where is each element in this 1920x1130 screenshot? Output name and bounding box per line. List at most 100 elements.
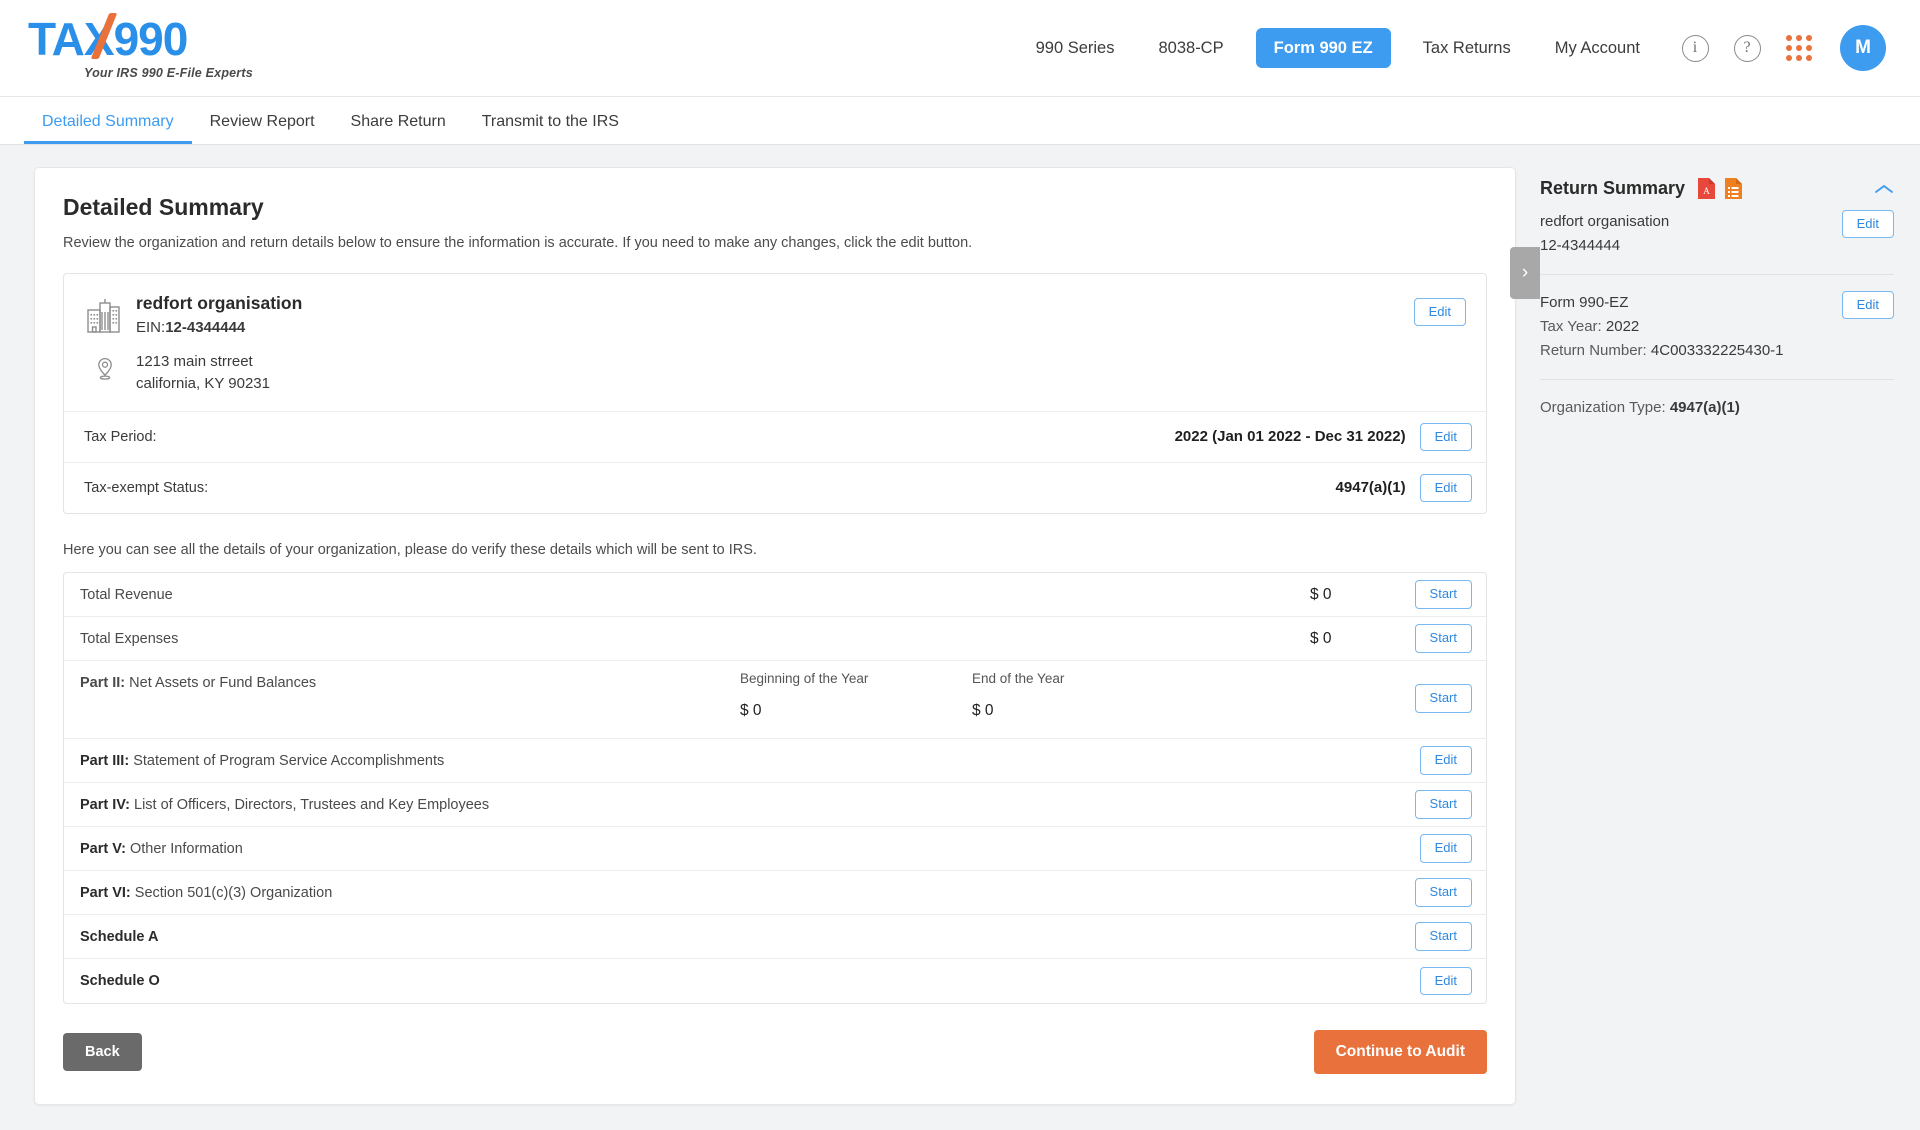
- tax-exempt-status-row: Tax-exempt Status: 4947(a)(1) Edit: [64, 461, 1486, 513]
- part-ii-end-column: End of the Year $ 0: [972, 671, 1204, 726]
- avatar[interactable]: M: [1840, 25, 1886, 71]
- part-iv-label: Part IV: List of Officers, Directors, Tr…: [80, 797, 489, 813]
- info-icon[interactable]: i: [1676, 29, 1714, 67]
- details-note: Here you can see all the details of your…: [63, 542, 757, 558]
- edit-part-v-button[interactable]: Edit: [1419, 834, 1472, 863]
- chevron-right-icon[interactable]: ›: [1510, 247, 1540, 299]
- return-summary-header: Return Summary A: [1540, 167, 1894, 200]
- organization-ein: EIN:12-4344444: [136, 319, 302, 336]
- part-v-prefix: Part V:: [80, 840, 126, 857]
- part-iv-text: List of Officers, Directors, Trustees an…: [134, 796, 490, 813]
- logo-text-part1: TA: [28, 13, 85, 65]
- organization-panel: redfort organisation EIN:12-4344444 Edit: [63, 273, 1487, 514]
- detailed-summary-card: Detailed Summary Review the organization…: [34, 167, 1516, 1105]
- sidebar-organization-block: redfort organisation 12-4344444 Edit: [1540, 210, 1894, 258]
- tax-exempt-status-value: 4947(a)(1): [1335, 479, 1406, 497]
- sidebar-return-number: Return Number: 4C003332225430-1: [1540, 339, 1784, 363]
- table-row-part-ii: Part II: Net Assets or Fund Balances Beg…: [64, 661, 1486, 739]
- end-of-year-value: $ 0: [972, 702, 994, 719]
- card-footer: Back Continue to Audit: [63, 1030, 1487, 1074]
- part-vi-prefix: Part VI:: [80, 884, 131, 901]
- part-v-label: Part V: Other Information: [80, 841, 243, 857]
- nav-item-form-990-ez[interactable]: Form 990 EZ: [1255, 28, 1391, 68]
- part-iii-prefix: Part III:: [80, 752, 130, 769]
- start-part-vi-button[interactable]: Start: [1414, 878, 1472, 907]
- sidebar-edit-form-button[interactable]: Edit: [1841, 291, 1894, 320]
- table-row: Part III: Statement of Program Service A…: [64, 739, 1486, 783]
- sidebar-tax-year-value: 2022: [1605, 318, 1640, 335]
- sidebar-form-name: Form 990-EZ: [1540, 294, 1629, 311]
- schedule-a-text: Schedule A: [80, 928, 159, 945]
- sidebar-tax-year: Tax Year: 2022: [1540, 315, 1784, 339]
- svg-text:A: A: [1703, 186, 1710, 196]
- tab-review-report[interactable]: Review Report: [192, 113, 333, 144]
- tab-detailed-summary[interactable]: Detailed Summary: [24, 113, 192, 144]
- nav-item-my-account[interactable]: My Account: [1533, 29, 1662, 67]
- sidebar-divider-2: [1540, 379, 1894, 380]
- help-icon[interactable]: ?: [1728, 29, 1766, 67]
- return-summary-sidebar: › Return Summary A redfort organisation …: [1510, 167, 1920, 1130]
- tax-exempt-status-label: Tax-exempt Status:: [84, 479, 209, 496]
- edit-part-iii-button[interactable]: Edit: [1419, 746, 1472, 775]
- sidebar-form-block: Form 990-EZ Tax Year: 2022 Return Number…: [1540, 291, 1894, 363]
- ein-value: 12-4344444: [165, 318, 246, 336]
- nav-item-tax-returns[interactable]: Tax Returns: [1401, 29, 1533, 67]
- tax-period-row: Tax Period: 2022 (Jan 01 2022 - Dec 31 2…: [64, 410, 1486, 462]
- tab-share-return[interactable]: Share Return: [333, 113, 464, 144]
- pdf-file-icon[interactable]: A: [1697, 177, 1716, 200]
- page-title: Detailed Summary: [63, 194, 264, 220]
- continue-to-audit-button[interactable]: Continue to Audit: [1313, 1030, 1487, 1074]
- part-ii-prefix: Part II:: [80, 675, 126, 691]
- schedule-o-text: Schedule O: [80, 973, 160, 989]
- sidebar-org-type-label: Organization Type:: [1540, 399, 1666, 416]
- tab-transmit-to-the-irs[interactable]: Transmit to the IRS: [464, 113, 637, 144]
- edit-tax-exempt-status-button[interactable]: Edit: [1419, 473, 1472, 502]
- end-of-year-header: End of the Year: [972, 671, 1065, 686]
- building-icon: [84, 292, 126, 341]
- total-expenses-amount: $ 0: [1310, 629, 1332, 647]
- edit-schedule-o-button[interactable]: Edit: [1419, 966, 1472, 996]
- part-ii-columns: Beginning of the Year $ 0 End of the Yea…: [740, 671, 1400, 726]
- sidebar-org-type-text: Organization Type: 4947(a)(1): [1540, 396, 1740, 420]
- nav-item-990-series[interactable]: 990 Series: [1014, 29, 1137, 67]
- back-button[interactable]: Back: [63, 1033, 142, 1071]
- start-total-revenue-button[interactable]: Start: [1414, 580, 1472, 609]
- start-part-ii-button[interactable]: Start: [1414, 684, 1472, 713]
- sidebar-organization-name: redfort organisation: [1540, 213, 1670, 230]
- part-ii-label: Part II: Net Assets or Fund Balances: [80, 671, 740, 726]
- edit-tax-period-button[interactable]: Edit: [1419, 422, 1472, 451]
- nav-item-8038-cp[interactable]: 8038-CP: [1136, 29, 1245, 67]
- sidebar-tax-year-label: Tax Year:: [1540, 318, 1602, 335]
- total-revenue-amount: $ 0: [1310, 585, 1332, 603]
- tax-period-label: Tax Period:: [84, 428, 157, 445]
- main-navigation: 990 Series 8038-CP Form 990 EZ Tax Retur…: [1014, 25, 1886, 71]
- sidebar-organization-text: redfort organisation 12-4344444: [1540, 210, 1669, 258]
- list-file-icon[interactable]: [1724, 177, 1743, 200]
- start-total-expenses-button[interactable]: Start: [1414, 624, 1472, 653]
- app-header: TAX990 Your IRS 990 E-File Experts 990 S…: [0, 0, 1920, 96]
- part-vi-text: Section 501(c)(3) Organization: [134, 884, 333, 901]
- total-revenue-label: Total Revenue: [80, 586, 173, 603]
- address-line-1: 1213 main strreet: [136, 353, 253, 370]
- table-row: Part IV: List of Officers, Directors, Tr…: [64, 783, 1486, 827]
- address-line-2: california, KY 90231: [136, 374, 270, 392]
- beginning-of-year-value: $ 0: [740, 702, 762, 719]
- table-row: Total Expenses $ 0 Start: [64, 617, 1486, 661]
- sidebar-edit-organization-button[interactable]: Edit: [1841, 210, 1894, 239]
- organization-identity: redfort organisation EIN:12-4344444: [136, 292, 302, 336]
- start-schedule-a-button[interactable]: Start: [1414, 922, 1472, 951]
- edit-organization-button[interactable]: Edit: [1413, 298, 1466, 327]
- logo[interactable]: TAX990 Your IRS 990 E-File Experts: [28, 13, 253, 80]
- start-part-iv-button[interactable]: Start: [1414, 790, 1472, 819]
- page-subtitle: Review the organization and return detai…: [63, 235, 973, 251]
- table-row: Schedule O Edit: [64, 959, 1486, 1003]
- total-expenses-label: Total Expenses: [80, 630, 179, 647]
- page-body: Detailed Summary Review the organization…: [0, 145, 1920, 1130]
- organization-address: 1213 main strreet california, KY 90231: [136, 351, 270, 395]
- chevron-up-icon[interactable]: [1874, 179, 1894, 199]
- organization-address-row: 1213 main strreet california, KY 90231: [64, 347, 1486, 411]
- table-row: Part V: Other Information Edit: [64, 827, 1486, 871]
- apps-grid-icon[interactable]: [1780, 29, 1818, 67]
- sidebar-divider-1: [1540, 274, 1894, 275]
- return-details-table: Total Revenue $ 0 Start Total Expenses $…: [63, 572, 1487, 1004]
